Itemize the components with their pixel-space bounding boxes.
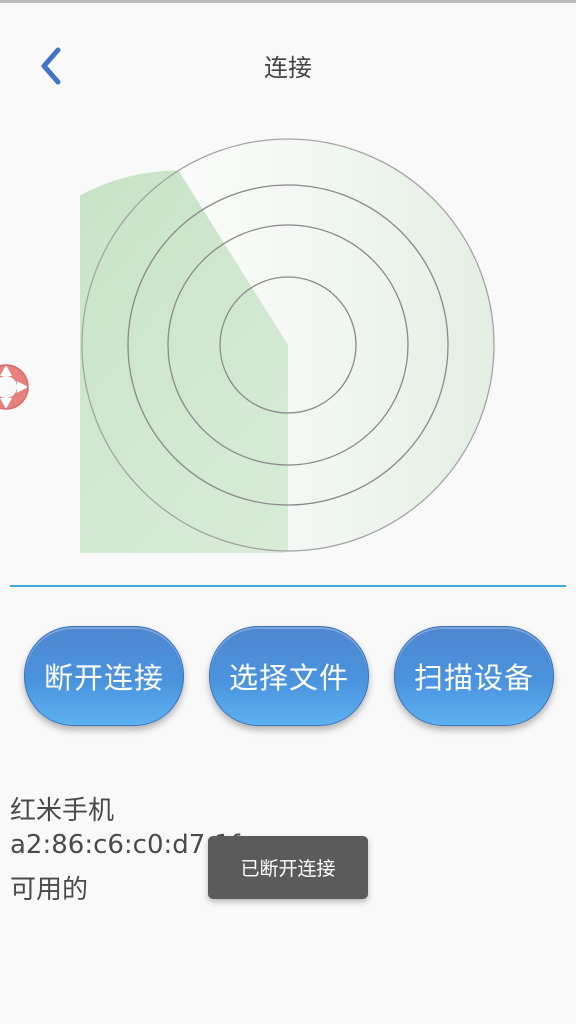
scan-devices-button[interactable]: 扫描设备 — [394, 626, 554, 726]
top-edge-line — [0, 0, 576, 3]
toast-message: 已断开连接 — [208, 836, 368, 899]
radar-scan-icon — [80, 138, 495, 553]
lifebuoy-icon[interactable] — [0, 360, 32, 414]
disconnect-button[interactable]: 断开连接 — [24, 626, 184, 726]
section-divider — [10, 585, 566, 587]
select-file-button[interactable]: 选择文件 — [209, 626, 369, 726]
page-title: 连接 — [264, 54, 312, 82]
device-status: 可用的 — [10, 875, 89, 905]
device-name: 红米手机 — [10, 796, 115, 826]
device-mac-address: a2:86:c6:c0:d7:1f — [10, 830, 240, 860]
